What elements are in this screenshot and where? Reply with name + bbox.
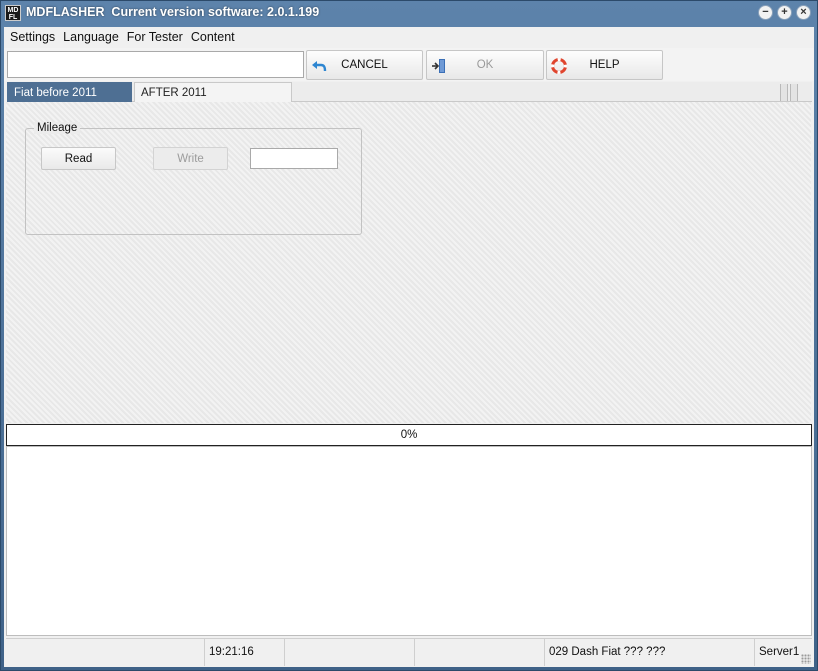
toolbar: CANCEL OK HELP — [4, 48, 814, 81]
tab-scroll-buttons[interactable] — [780, 84, 810, 101]
status-cell-empty-3 — [414, 639, 544, 666]
command-input[interactable] — [7, 51, 304, 78]
version-text: Current version software: 2.0.1.199 — [111, 5, 320, 19]
tab-after-2011[interactable]: AFTER 2011 D70F3422_95160 — [134, 82, 292, 119]
tab-fiat-before-2011[interactable]: Fiat before 2011 95040 — [7, 82, 132, 119]
close-button[interactable]: × — [796, 5, 811, 20]
log-output[interactable] — [6, 446, 812, 636]
maximize-icon: + — [781, 6, 788, 18]
minimize-button[interactable]: − — [758, 5, 773, 20]
read-button[interactable]: Read — [41, 147, 116, 170]
lifebuoy-icon — [551, 58, 567, 74]
mileage-group: Mileage Read Write — [25, 122, 362, 235]
menu-settings[interactable]: Settings — [7, 30, 58, 44]
status-time: 19:21:16 — [204, 639, 284, 666]
progress-bar: 0% — [6, 424, 812, 446]
app-logo-icon: MD FL — [5, 5, 21, 21]
menu-bar: Settings Language For Tester Content — [4, 27, 814, 47]
resize-grip-icon[interactable] — [801, 654, 811, 664]
status-bar: 19:21:16 029 Dash Fiat ??? ??? Server1 — [6, 638, 812, 666]
tab-strip: Fiat before 2011 95040 AFTER 2011 D70F34… — [7, 82, 812, 119]
ok-label: OK — [476, 59, 494, 71]
menu-for-tester[interactable]: For Tester — [124, 30, 186, 44]
tab-panel: Mileage Read Write — [6, 102, 811, 423]
mileage-input[interactable] — [250, 148, 338, 169]
title-bar[interactable]: MD FL MDFLASHER Current version software:… — [1, 1, 817, 26]
minimize-icon: − — [762, 6, 769, 18]
client-area: Settings Language For Tester Content CAN… — [4, 27, 814, 667]
help-label: HELP — [589, 59, 620, 71]
write-button[interactable]: Write — [153, 147, 228, 170]
enter-door-icon — [432, 59, 445, 73]
progress-text: 0% — [400, 429, 418, 441]
status-cell-empty-1 — [6, 639, 204, 666]
menu-language[interactable]: Language — [60, 30, 122, 44]
window-title: MDFLASHER Current version software: 2.0.… — [26, 5, 319, 19]
cancel-label: CANCEL — [341, 59, 388, 71]
tab-scroll-right-icon[interactable] — [790, 84, 798, 101]
tab-scroll-left-icon[interactable] — [780, 84, 788, 101]
mileage-legend: Mileage — [34, 122, 81, 134]
ok-button[interactable]: OK — [426, 50, 544, 80]
maximize-button[interactable]: + — [777, 5, 792, 20]
app-name: MDFLASHER — [26, 5, 105, 19]
close-icon: × — [800, 6, 807, 18]
menu-content[interactable]: Content — [188, 30, 238, 44]
status-cell-empty-2 — [284, 639, 414, 666]
status-device: 029 Dash Fiat ??? ??? — [544, 639, 754, 666]
help-button[interactable]: HELP — [546, 50, 663, 80]
app-window: MD FL MDFLASHER Current version software:… — [0, 0, 818, 671]
undo-arrow-icon — [312, 61, 327, 72]
cancel-button[interactable]: CANCEL — [306, 50, 423, 80]
